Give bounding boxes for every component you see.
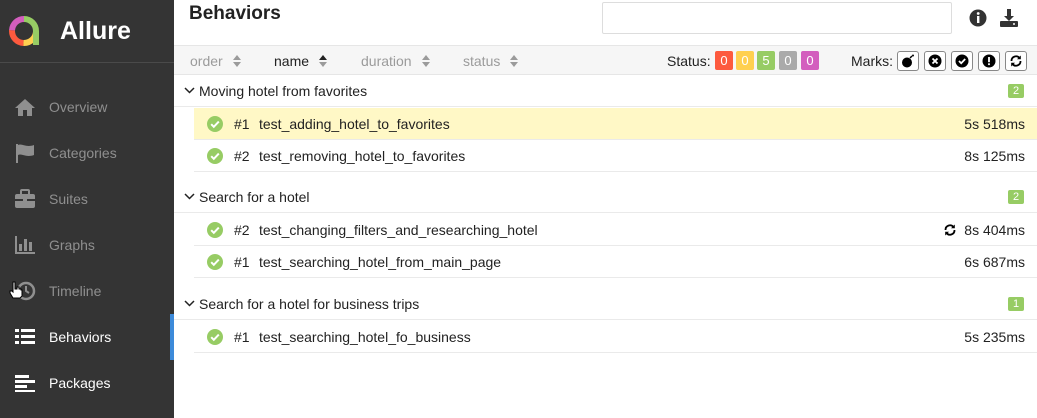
sidebar-item-label: Overview [49, 99, 108, 115]
chevron-down-icon [184, 87, 195, 94]
allure-logo-icon [9, 16, 39, 46]
status-skipped-badge[interactable]: 0 [779, 51, 797, 70]
briefcase-icon [13, 188, 37, 210]
group-header[interactable]: Search for a hotel for business trips 1 [174, 288, 1037, 320]
test-order: #1 [234, 253, 250, 270]
mark-new-broken-button[interactable] [978, 51, 1000, 71]
status-failed-badge[interactable]: 0 [715, 51, 733, 70]
test-duration: 8s 125ms [964, 147, 1025, 164]
sidebar-item-categories[interactable]: Categories [0, 130, 174, 176]
passed-icon [207, 328, 223, 345]
group-name: Search for a hotel for business trips [199, 295, 420, 312]
status-unknown-badge[interactable]: 0 [801, 51, 819, 70]
check-circle-icon [955, 54, 969, 68]
times-circle-icon [928, 54, 942, 68]
chevron-down-icon [184, 193, 195, 200]
list-icon [13, 326, 37, 348]
brand[interactable]: Allure [0, 0, 174, 63]
sort-asc-icon [319, 55, 328, 67]
chevron-down-icon [184, 300, 195, 307]
sidebar-item-label: Behaviors [49, 329, 112, 345]
sort-icon [232, 55, 241, 67]
test-row[interactable]: #2 test_changing_filters_and_researching… [194, 214, 1037, 246]
group-count-badge: 2 [1008, 189, 1024, 204]
test-order: #1 [234, 328, 250, 345]
test-duration: 5s 518ms [964, 115, 1025, 132]
sort-label: duration [361, 53, 412, 69]
status-passed-badge[interactable]: 5 [757, 51, 775, 70]
group-count-badge: 2 [1008, 83, 1024, 98]
sort-order[interactable]: order [190, 46, 241, 76]
test-row[interactable]: #1 test_adding_hotel_to_favorites 5s 518… [194, 108, 1037, 140]
search-input[interactable] [602, 2, 952, 34]
sort-icon [421, 55, 430, 67]
test-row[interactable]: #1 test_searching_hotel_from_main_page 6… [194, 246, 1037, 278]
sort-status[interactable]: status [463, 46, 519, 76]
test-order: #1 [234, 115, 250, 132]
sort-icon [510, 55, 519, 67]
sort-duration[interactable]: duration [361, 46, 430, 76]
download-icon[interactable] [999, 8, 1019, 28]
status-broken-badge[interactable]: 0 [736, 51, 754, 70]
test-order: #2 [234, 221, 250, 238]
marks-filter-label: Marks: [851, 53, 893, 69]
test-duration: 8s 404ms [964, 221, 1025, 238]
sort-label: status [463, 53, 501, 69]
test-row[interactable]: #2 test_removing_hotel_to_favorites 8s 1… [194, 140, 1037, 172]
test-row[interactable]: #1 test_searching_hotel_fo_business 5s 2… [194, 321, 1037, 353]
sidebar-item-label: Timeline [49, 283, 102, 299]
mark-flaky-button[interactable] [897, 51, 919, 71]
passed-icon [207, 221, 223, 238]
passed-icon [207, 253, 223, 270]
bar-chart-icon [13, 234, 37, 256]
mark-retries-button[interactable] [1005, 51, 1027, 71]
group-count-badge: 1 [1008, 296, 1024, 311]
sort-label: name [274, 53, 310, 69]
test-order: #2 [234, 147, 250, 164]
hand-cursor-icon [9, 281, 23, 299]
sidebar-item-graphs[interactable]: Graphs [0, 222, 174, 268]
passed-icon [207, 115, 223, 132]
info-icon[interactable] [968, 8, 988, 28]
group-name: Search for a hotel [199, 188, 310, 205]
test-name: test_adding_hotel_to_favorites [259, 115, 450, 132]
sidebar-item-label: Categories [49, 145, 117, 161]
sidebar-item-label: Packages [49, 375, 111, 391]
app-title: Allure [60, 16, 131, 45]
test-duration: 5s 235ms [964, 328, 1025, 345]
test-name: test_removing_hotel_to_favorites [259, 147, 466, 164]
refresh-icon [1010, 55, 1022, 67]
sort-label: order [190, 53, 223, 69]
test-name: test_changing_filters_and_researching_ho… [259, 221, 538, 238]
main-content: Behaviors order name duration status Sta… [174, 0, 1037, 418]
home-icon [13, 96, 37, 118]
mark-new-passed-button[interactable] [951, 51, 973, 71]
flag-icon [13, 142, 37, 164]
sidebar: Allure Overview Categories Suites Graphs [0, 0, 174, 418]
group-name: Moving hotel from favorites [199, 82, 368, 99]
sidebar-item-suites[interactable]: Suites [0, 176, 174, 222]
sidebar-item-timeline[interactable]: Timeline [0, 268, 174, 314]
test-name: test_searching_hotel_from_main_page [259, 253, 502, 270]
sort-toolbar: order name duration status Status: 0 0 5… [174, 45, 1037, 75]
group-header[interactable]: Moving hotel from favorites 2 [174, 75, 1037, 107]
retry-icon [944, 223, 956, 236]
mark-new-failed-button[interactable] [924, 51, 946, 71]
test-duration: 6s 687ms [964, 253, 1025, 270]
sidebar-item-behaviors[interactable]: Behaviors [0, 314, 174, 360]
passed-icon [207, 147, 223, 164]
status-filter-label: Status: [667, 53, 711, 69]
align-left-icon [13, 372, 37, 394]
exclamation-circle-icon [982, 54, 996, 68]
sidebar-item-packages[interactable]: Packages [0, 360, 174, 406]
bomb-icon [902, 54, 914, 68]
sidebar-nav: Overview Categories Suites Graphs Timeli… [0, 84, 174, 406]
group-header[interactable]: Search for a hotel 2 [174, 181, 1037, 213]
page-title: Behaviors [189, 3, 281, 24]
test-name: test_searching_hotel_fo_business [259, 328, 471, 345]
sidebar-item-overview[interactable]: Overview [0, 84, 174, 130]
sidebar-item-label: Suites [49, 191, 88, 207]
sort-name[interactable]: name [274, 46, 328, 76]
sidebar-item-label: Graphs [49, 237, 95, 253]
